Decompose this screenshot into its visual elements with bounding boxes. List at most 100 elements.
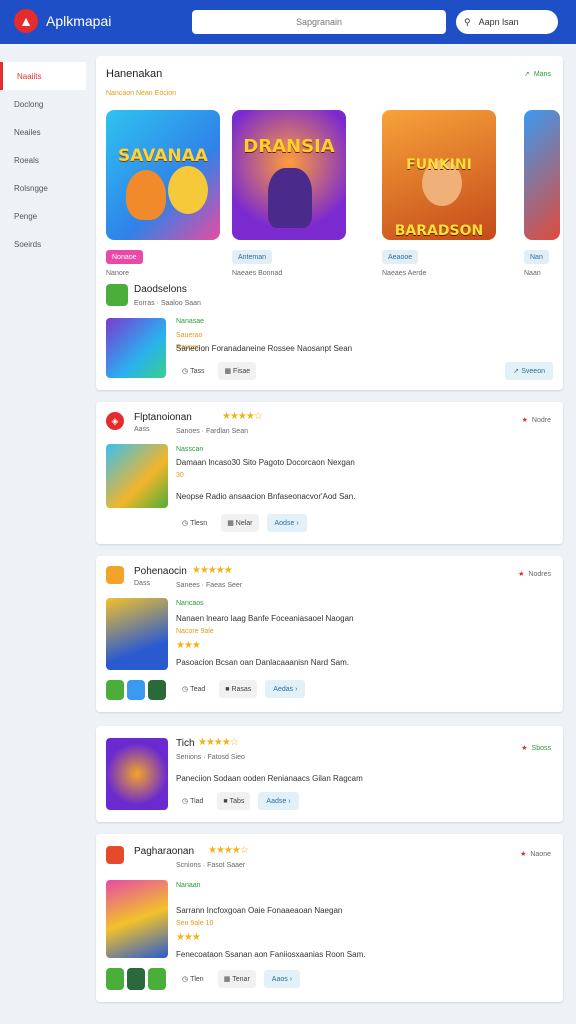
app-logo-icon[interactable]: ▲: [14, 9, 38, 33]
chip-sub: Naan: [524, 270, 541, 277]
clock-icon: ◷: [182, 368, 189, 375]
character-shape: [168, 166, 208, 214]
screenshot-thumb[interactable]: [106, 968, 124, 990]
details-button[interactable]: ▦ Tenar: [217, 970, 256, 988]
star-icon: ★: [520, 851, 527, 858]
app-name[interactable]: Pagharaonan: [134, 846, 194, 857]
chip-sub: Nanore: [106, 270, 129, 277]
app-thumbnail[interactable]: [106, 738, 168, 810]
info-button[interactable]: ◷ Tlesn: [176, 514, 213, 532]
app-thumbnail[interactable]: [106, 444, 168, 508]
character-shape: [126, 170, 166, 220]
app-thumbnail[interactable]: [106, 880, 168, 958]
info-button[interactable]: ◷ Tead: [176, 680, 211, 698]
screenshot-thumb[interactable]: [106, 680, 124, 700]
search-input[interactable]: Sapgranain: [192, 10, 446, 34]
app-tag: Nancaos: [176, 600, 204, 607]
app-meta: Scnions · Fasot Saaer: [176, 862, 246, 869]
game-chip[interactable]: Nan: [524, 250, 549, 264]
sidebar-item[interactable]: Neailes: [0, 118, 86, 146]
app-sub: Aass: [134, 426, 150, 433]
list-icon: ▦: [223, 976, 231, 983]
sidebar-item[interactable]: Penge: [0, 202, 86, 230]
app-avatar[interactable]: [106, 284, 128, 306]
sidebar-item[interactable]: Soeirds: [0, 230, 86, 258]
app-promo: Sanecion Foranadaneine Rossee Naosanpt S…: [176, 344, 353, 353]
brand-name[interactable]: Aplkmapai: [46, 13, 111, 29]
details-button[interactable]: ▦ Nelar: [221, 514, 259, 532]
list-icon: ▦: [224, 368, 232, 375]
app-name[interactable]: Daodselons: [134, 284, 187, 295]
app-card: Tich ★★★★☆ Senions · Fatosd Sieo ★ Sboss …: [96, 726, 563, 822]
trend-icon: ➚: [524, 71, 530, 78]
clock-icon: ◷: [182, 976, 189, 983]
chip-sub: Naeaes Aerde: [382, 270, 427, 277]
sidebar-item[interactable]: Rolsngge: [0, 174, 86, 202]
star-icon: ★: [521, 417, 528, 424]
banner-title: SAVANAA: [118, 146, 208, 166]
app-tag: Nasscan: [176, 446, 204, 453]
app-name[interactable]: Tich: [176, 738, 195, 749]
install-button[interactable]: Aodse ›: [266, 514, 307, 532]
sidebar-item[interactable]: Doclong: [0, 90, 86, 118]
install-button[interactable]: Aaos ›: [263, 970, 301, 988]
rating-stars: ★★★★☆: [198, 737, 239, 748]
arrow-icon: ›: [288, 797, 291, 805]
install-button[interactable]: Aadse ›: [258, 792, 299, 810]
top-bar: ▲ Aplkmapai Sapgranain ⚲ Aapn lsan: [0, 0, 576, 44]
bag-icon: ■: [223, 797, 228, 805]
game-banner[interactable]: FUNKINI BARADSON: [382, 110, 496, 240]
game-banner[interactable]: DRANSIA: [232, 110, 346, 240]
sidebar-item[interactable]: Naaiits: [0, 62, 86, 90]
screenshot-thumb[interactable]: [148, 680, 166, 700]
app-description: Sarrann Incfoxgoan Oaie Fonaaeaoan Naega…: [176, 906, 343, 915]
search-button[interactable]: ⚲ Aapn lsan: [456, 10, 558, 34]
app-card: ◈ Flptanoionan ★★★★☆ Aass Sanoes · Fardl…: [96, 402, 563, 544]
app-name[interactable]: Flptanoionan: [134, 412, 192, 423]
app-badge[interactable]: ★ Naone: [520, 850, 551, 859]
character-shape: [268, 168, 312, 228]
clock-icon: ◷: [182, 686, 189, 693]
app-avatar[interactable]: ◈: [106, 412, 124, 430]
info-button[interactable]: ◷ Tlen: [176, 970, 210, 988]
app-meta: Senions · Fatosd Sieo: [176, 754, 245, 761]
app-avatar[interactable]: [106, 846, 124, 864]
app-tag: Nanaan: [176, 882, 201, 889]
install-button[interactable]: Aedas ›: [265, 680, 306, 698]
details-button[interactable]: ■ Tabs: [217, 792, 251, 810]
app-rating: 30: [176, 472, 184, 479]
sidebar-item[interactable]: Roeals: [0, 146, 86, 174]
game-chip[interactable]: Nonaoe: [106, 250, 143, 264]
app-thumbnail[interactable]: [106, 318, 166, 378]
arrow-icon: ›: [289, 975, 293, 983]
featured-badge[interactable]: ➚ Mans: [524, 70, 551, 79]
game-chip[interactable]: Anteman: [232, 250, 273, 264]
info-button[interactable]: ◷ Tass: [176, 362, 210, 380]
details-button[interactable]: ■ Rasas: [219, 680, 258, 698]
app-avatar[interactable]: [106, 566, 124, 584]
screenshot-thumb[interactable]: [127, 680, 145, 700]
rating-stars: ★★★: [176, 640, 201, 651]
app-badge[interactable]: ★ Nodre: [521, 416, 551, 425]
app-meta: Sanoes · Fardlan Sean: [176, 428, 248, 435]
app-actions: ◷ Tead ■ Rasas Aedas ›: [176, 680, 306, 698]
game-banner[interactable]: SAVANAA: [106, 110, 220, 240]
app-description: Nanaen lnearo laag Banfe Foceaniasaoel N…: [176, 614, 354, 623]
search-icon: ⚲: [464, 16, 471, 27]
app-thumbnail[interactable]: [106, 598, 168, 670]
screenshot-thumb[interactable]: [148, 968, 166, 990]
app-name[interactable]: Pohenaocin: [134, 566, 187, 577]
app-actions: ◷ Tass ▦ Fisae: [176, 362, 257, 380]
details-button[interactable]: ▦ Fisae: [218, 362, 257, 380]
banner-title: FUNKINI BARADSON: [394, 157, 484, 239]
install-button[interactable]: ➚ Sveeon: [505, 362, 553, 380]
clock-icon: ◷: [182, 520, 189, 527]
app-badge[interactable]: ★ Nodres: [518, 570, 551, 579]
info-button[interactable]: ◷ Tiad: [176, 792, 209, 810]
screenshot-thumb[interactable]: [127, 968, 145, 990]
app-tag: Nanasae: [176, 318, 205, 325]
app-badge[interactable]: ★ Sboss: [521, 744, 551, 753]
game-banner[interactable]: [524, 110, 560, 240]
app-meta: Sanees · Faeas Seer: [176, 582, 243, 589]
game-chip[interactable]: Aeaooe: [382, 250, 419, 264]
